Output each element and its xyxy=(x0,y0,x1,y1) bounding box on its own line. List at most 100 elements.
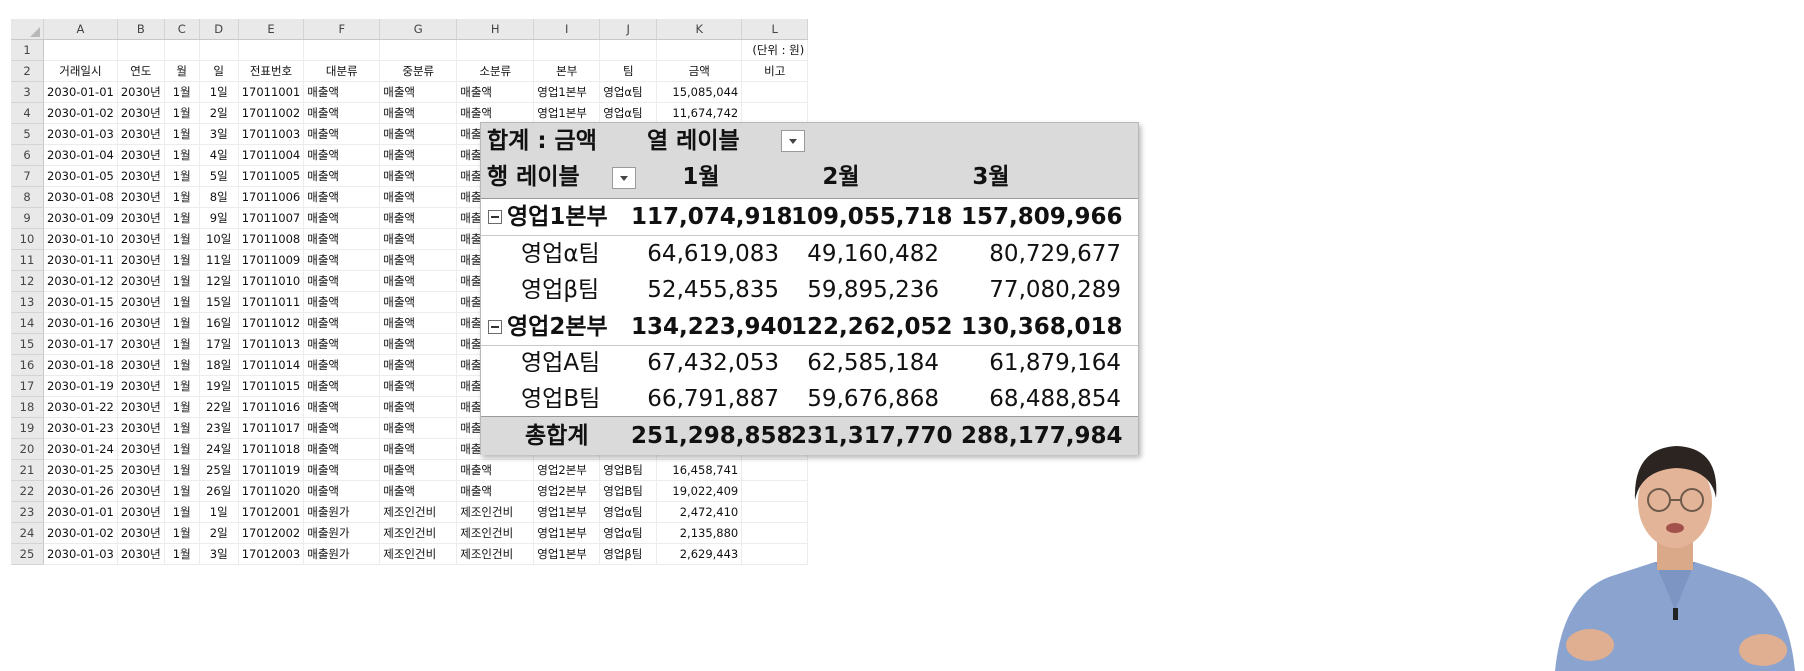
cell[interactable]: 매출액 xyxy=(303,417,381,439)
row-number[interactable]: 7 xyxy=(11,165,44,187)
cell[interactable]: 매출액 xyxy=(303,312,381,334)
cell[interactable]: 10일 xyxy=(199,228,239,250)
cell[interactable]: 매출액 xyxy=(379,123,458,145)
cell[interactable]: 1월 xyxy=(164,249,200,271)
cell[interactable]: 매출원가 xyxy=(303,543,381,565)
cell[interactable]: 2일 xyxy=(199,522,239,544)
collapse-icon[interactable] xyxy=(488,320,502,334)
cell[interactable]: 2030-01-09 xyxy=(43,207,118,229)
cell[interactable]: 영업2본부 xyxy=(533,459,601,481)
cell[interactable]: 1월 xyxy=(164,81,200,103)
cell[interactable] xyxy=(741,543,809,565)
header-cell[interactable]: 거래일시 xyxy=(43,60,118,82)
row-number[interactable]: 8 xyxy=(11,186,44,208)
column-header[interactable]: E xyxy=(238,19,305,40)
cell[interactable]: 2,135,880 xyxy=(656,522,743,544)
cell[interactable]: 3일 xyxy=(199,123,239,145)
pivot-row-label[interactable]: 영업1본부 xyxy=(507,199,608,235)
cell[interactable]: 2030년 xyxy=(117,480,165,502)
cell[interactable]: 1월 xyxy=(164,270,200,292)
cell[interactable]: 2030-01-08 xyxy=(43,186,118,208)
cell[interactable]: 매출액 xyxy=(303,480,381,502)
column-header[interactable]: H xyxy=(456,19,535,40)
cell[interactable]: 매출액 xyxy=(303,123,381,145)
cell[interactable]: 17011004 xyxy=(238,144,305,166)
cell[interactable]: 17011001 xyxy=(238,81,305,103)
cell[interactable]: 제조인건비 xyxy=(379,501,458,523)
cell[interactable]: 매출액 xyxy=(456,81,535,103)
cell[interactable]: 매출액 xyxy=(379,144,458,166)
cell[interactable]: 제조인건비 xyxy=(456,543,535,565)
cell[interactable]: 매출액 xyxy=(303,228,381,250)
cell[interactable]: 1일 xyxy=(199,501,239,523)
cell[interactable]: 17012001 xyxy=(238,501,305,523)
header-cell[interactable]: 연도 xyxy=(117,60,165,82)
cell[interactable]: 매출액 xyxy=(303,354,381,376)
row-number[interactable]: 24 xyxy=(11,522,44,544)
row-filter-dropdown[interactable] xyxy=(612,167,636,189)
row-number[interactable]: 11 xyxy=(11,249,44,271)
cell[interactable]: 1월 xyxy=(164,186,200,208)
cell[interactable]: 16,458,741 xyxy=(656,459,743,481)
cell[interactable]: 11일 xyxy=(199,249,239,271)
cell[interactable]: 2030년 xyxy=(117,522,165,544)
cell[interactable]: 1월 xyxy=(164,543,200,565)
cell[interactable]: 영업α팀 xyxy=(599,81,658,103)
cell[interactable]: 2030년 xyxy=(117,249,165,271)
row-number[interactable]: 4 xyxy=(11,102,44,124)
cell[interactable]: 2030년 xyxy=(117,312,165,334)
header-cell[interactable]: 전표번호 xyxy=(238,60,305,82)
cell[interactable]: 2030-01-02 xyxy=(43,102,118,124)
cell[interactable]: 24일 xyxy=(199,438,239,460)
cell[interactable]: 매출액 xyxy=(303,144,381,166)
cell[interactable]: 17011009 xyxy=(238,249,305,271)
pivot-row-label[interactable]: 영업B팀 xyxy=(521,381,600,417)
cell[interactable]: 제조인건비 xyxy=(379,543,458,565)
cell[interactable]: 매출액 xyxy=(379,354,458,376)
cell[interactable]: 2030년 xyxy=(117,270,165,292)
cell[interactable]: 17011017 xyxy=(238,417,305,439)
cell[interactable]: 매출액 xyxy=(379,438,458,460)
row-number[interactable]: 5 xyxy=(11,123,44,145)
cell[interactable]: 1월 xyxy=(164,438,200,460)
header-cell[interactable]: 중분류 xyxy=(379,60,458,82)
cell[interactable]: 2030-01-23 xyxy=(43,417,118,439)
cell[interactable]: 2030년 xyxy=(117,207,165,229)
cell[interactable]: 매출액 xyxy=(303,186,381,208)
cell[interactable]: 제조인건비 xyxy=(456,501,535,523)
cell[interactable]: 매출액 xyxy=(303,396,381,418)
cell[interactable]: 2030-01-11 xyxy=(43,249,118,271)
cell[interactable]: 매출액 xyxy=(303,333,381,355)
cell[interactable]: 17일 xyxy=(199,333,239,355)
cell[interactable]: 2030년 xyxy=(117,459,165,481)
cell[interactable]: 매출액 xyxy=(379,207,458,229)
cell[interactable] xyxy=(43,39,118,61)
cell[interactable]: 1일 xyxy=(199,81,239,103)
row-number[interactable]: 13 xyxy=(11,291,44,313)
cell[interactable]: 17011020 xyxy=(238,480,305,502)
cell[interactable] xyxy=(379,39,458,61)
row-number[interactable]: 18 xyxy=(11,396,44,418)
cell[interactable]: 2030-01-01 xyxy=(43,501,118,523)
cell[interactable]: 2030-01-04 xyxy=(43,144,118,166)
cell[interactable]: 11,674,742 xyxy=(656,102,743,124)
cell[interactable]: 매출액 xyxy=(379,459,458,481)
cell[interactable]: 매출액 xyxy=(379,396,458,418)
cell[interactable]: 2030-01-26 xyxy=(43,480,118,502)
cell[interactable]: 1월 xyxy=(164,228,200,250)
cell[interactable]: 매출액 xyxy=(303,270,381,292)
cell[interactable]: 2030년 xyxy=(117,375,165,397)
cell[interactable]: 2030년 xyxy=(117,354,165,376)
header-cell[interactable]: 대분류 xyxy=(303,60,381,82)
cell[interactable]: 25일 xyxy=(199,459,239,481)
cell[interactable]: 2030년 xyxy=(117,543,165,565)
cell[interactable]: 12일 xyxy=(199,270,239,292)
cell[interactable]: 17011005 xyxy=(238,165,305,187)
cell[interactable]: 18일 xyxy=(199,354,239,376)
cell[interactable]: 2030-01-05 xyxy=(43,165,118,187)
cell[interactable]: 매출액 xyxy=(379,165,458,187)
cell[interactable]: 매출액 xyxy=(303,291,381,313)
cell[interactable]: 17011013 xyxy=(238,333,305,355)
header-cell[interactable]: 비고 xyxy=(741,60,809,82)
cell[interactable]: 매출액 xyxy=(379,81,458,103)
